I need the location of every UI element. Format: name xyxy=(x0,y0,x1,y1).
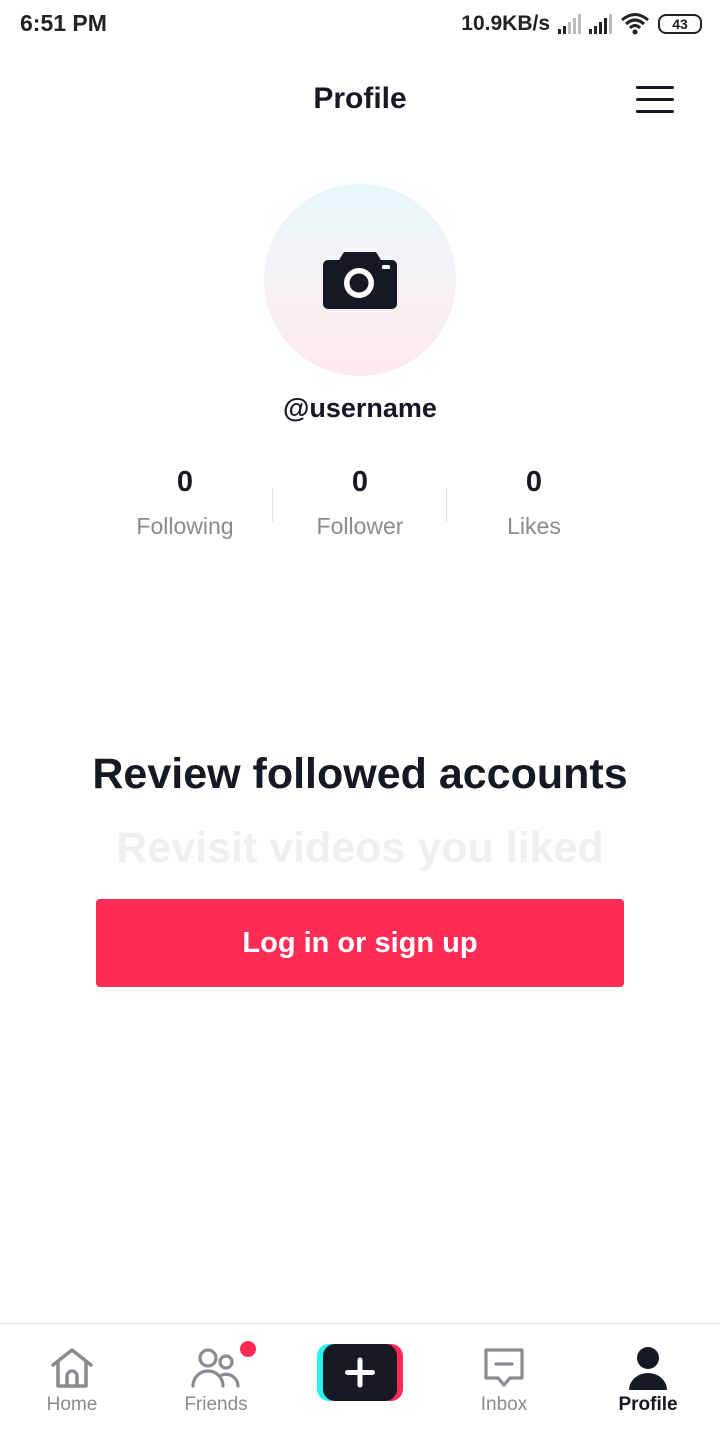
friends-icon xyxy=(191,1348,240,1388)
bottom-nav: Home Friends Inbox Profile xyxy=(0,1323,720,1440)
net-speed: 10.9KB/s xyxy=(461,12,550,35)
nav-item-profile[interactable]: Profile xyxy=(576,1324,720,1440)
stat-value: 0 xyxy=(525,466,543,498)
wifi-icon xyxy=(621,13,649,35)
stat-label: Likes xyxy=(507,513,561,539)
nav-item-home[interactable]: Home xyxy=(0,1324,144,1440)
promo-subtitle: Revisit videos you liked xyxy=(116,824,604,872)
nav-label-profile: Profile xyxy=(618,1394,678,1415)
home-icon xyxy=(51,1348,93,1388)
create-button[interactable] xyxy=(317,1344,403,1401)
stat-label: Following xyxy=(136,513,234,539)
signal-icon xyxy=(589,14,612,34)
nav-item-inbox[interactable]: Inbox xyxy=(432,1324,576,1440)
notification-badge xyxy=(240,1341,256,1357)
nav-label-friends: Friends xyxy=(184,1394,248,1415)
stat-divider xyxy=(272,488,273,522)
profile-icon xyxy=(629,1347,667,1390)
status-time: 6:51 PM xyxy=(20,10,107,36)
hamburger-menu-icon[interactable] xyxy=(634,84,676,116)
camera-icon xyxy=(323,252,397,309)
stat-likes[interactable]: 0 Likes xyxy=(449,466,619,540)
nav-label-inbox: Inbox xyxy=(480,1394,528,1415)
battery-icon: 43 xyxy=(658,14,702,34)
username: @username xyxy=(283,393,437,423)
battery-level: 43 xyxy=(672,16,688,32)
plus-icon xyxy=(345,1357,375,1388)
avatar[interactable] xyxy=(264,184,456,376)
stat-follower[interactable]: 0 Follower xyxy=(275,466,445,540)
status-bar: 6:51 PM 10.9KB/s 43 xyxy=(0,0,720,48)
promo-title: Review followed accounts xyxy=(92,750,628,798)
nav-label-home: Home xyxy=(46,1394,98,1415)
stat-label: Follower xyxy=(316,513,404,539)
stat-value: 0 xyxy=(176,466,194,498)
signal-icon xyxy=(558,14,581,34)
login-signup-button[interactable]: Log in or sign up xyxy=(96,899,624,987)
stat-value: 0 xyxy=(351,466,369,498)
inbox-icon xyxy=(484,1348,524,1387)
stat-following[interactable]: 0 Following xyxy=(100,466,270,540)
status-indicators: 10.9KB/s 43 xyxy=(461,10,702,38)
stat-divider xyxy=(446,488,447,522)
page-title: Profile xyxy=(313,82,407,115)
nav-item-friends[interactable]: Friends xyxy=(144,1324,288,1440)
